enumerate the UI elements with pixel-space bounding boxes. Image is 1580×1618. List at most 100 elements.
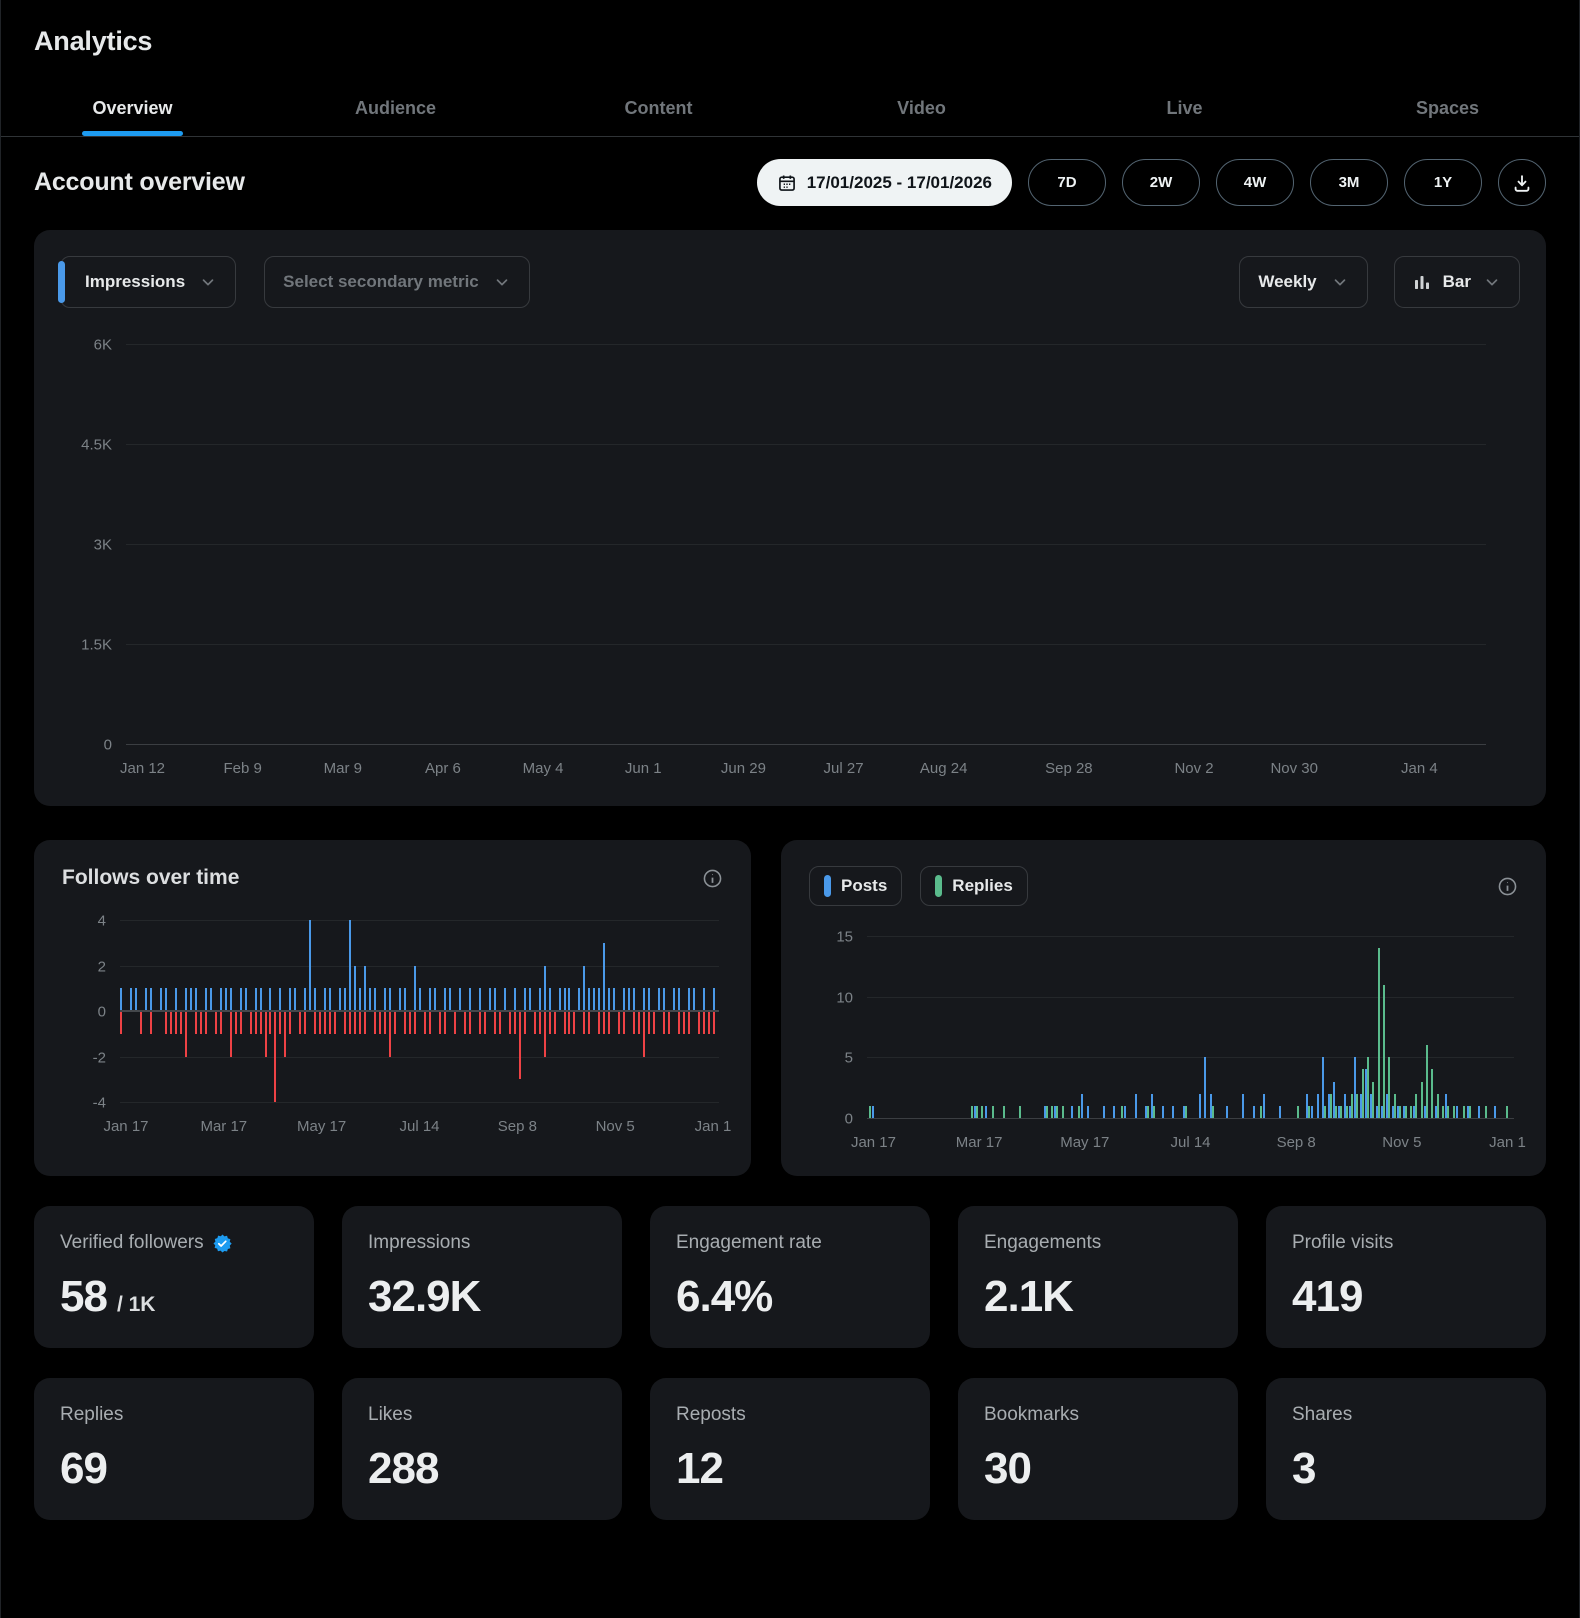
tab-spaces[interactable]: Spaces [1316, 83, 1579, 136]
replies-bar [1056, 1105, 1059, 1118]
stat-label: Engagement rate [676, 1232, 904, 1254]
follows-chart-title: Follows over time [62, 866, 240, 889]
replies-bar [1367, 1057, 1370, 1118]
y-tick-label: 0 [103, 736, 112, 754]
range-button-1y[interactable]: 1Y [1404, 159, 1482, 206]
posts-bar [1456, 1105, 1459, 1118]
follows-neg-bar [304, 1011, 307, 1034]
follows-pos-bar [384, 988, 387, 1011]
follows-pos-bar [428, 988, 431, 1011]
follows-pos-bar [259, 988, 262, 1011]
follows-pos-bar [289, 988, 292, 1011]
stat-label: Reposts [676, 1404, 904, 1426]
follows-pos-bar [673, 988, 676, 1011]
stat-value: 69 [60, 1444, 108, 1493]
follows-pos-bar [628, 988, 631, 1011]
follows-neg-bar [149, 1011, 152, 1034]
tab-label: Content [624, 98, 693, 118]
x-tick-label: Nov 2 [1174, 760, 1214, 777]
follows-neg-bar [708, 1011, 711, 1034]
follows-neg-bar [678, 1011, 681, 1034]
x-tick-label: Jan 17 [850, 1134, 896, 1151]
stat-card-verified-followers: Verified followers 58 / 1K [34, 1206, 314, 1348]
posts-bar [1102, 1105, 1105, 1118]
posts-bar [1070, 1105, 1073, 1118]
legend-chip-replies[interactable]: Replies [920, 866, 1028, 906]
follows-neg-bar [493, 1011, 496, 1034]
follows-pos-bar [354, 965, 357, 1011]
stat-value: 6.4% [676, 1272, 773, 1321]
tab-audience[interactable]: Audience [264, 83, 527, 136]
replies-bar [1345, 1105, 1348, 1118]
stat-value-row: 3 [1292, 1444, 1520, 1494]
y-tick-label: 5 [844, 1049, 853, 1067]
secondary-metric-dropdown[interactable]: Select secondary metric [264, 256, 530, 308]
y-tick-label: 0 [844, 1110, 853, 1128]
interval-dropdown[interactable]: Weekly [1239, 256, 1368, 308]
follows-pos-bar [239, 988, 242, 1011]
posts-legend-label: Posts [841, 876, 888, 895]
range-button-2w[interactable]: 2W [1122, 159, 1200, 206]
follows-pos-bar [528, 988, 531, 1011]
x-tick-label: Jul 14 [1170, 1134, 1211, 1151]
posts-swatch [824, 875, 831, 897]
gridline-10: 10 [836, 989, 1514, 1006]
replies-bar [1297, 1105, 1300, 1118]
follows-pos-bar [693, 988, 696, 1011]
follows-neg-bar [583, 1011, 586, 1034]
range-button-3m[interactable]: 3M [1310, 159, 1388, 206]
stat-value-row: 12 [676, 1444, 904, 1494]
follows-pos-bar [703, 988, 706, 1011]
range-button-4w[interactable]: 4W [1216, 159, 1294, 206]
stat-value-row: 288 [368, 1444, 596, 1494]
primary-metric-dropdown[interactable]: Impressions [57, 256, 237, 308]
download-icon [1511, 172, 1533, 194]
follows-neg-bar [329, 1011, 332, 1034]
follows-pos-bar [568, 988, 571, 1011]
download-button[interactable] [1498, 159, 1546, 206]
stat-label: Shares [1292, 1404, 1520, 1426]
follows-pos-bar [349, 920, 352, 1011]
chart-type-dropdown[interactable]: Bar [1393, 256, 1520, 308]
posts-bar [1263, 1093, 1266, 1118]
stat-label-text: Engagement rate [676, 1232, 822, 1253]
follows-neg-bar [663, 1011, 666, 1034]
tab-label: Video [897, 98, 946, 118]
follows-neg-bar [384, 1011, 387, 1034]
info-icon[interactable] [702, 868, 723, 889]
x-tick-label: Sep 28 [1045, 760, 1093, 777]
tab-content[interactable]: Content [527, 83, 790, 136]
follows-neg-bar [668, 1011, 671, 1034]
posts-bar [1311, 1105, 1314, 1118]
tab-video[interactable]: Video [790, 83, 1053, 136]
x-tick-label: Aug 24 [919, 760, 968, 777]
info-icon[interactable] [1497, 876, 1518, 897]
replies-bar [1077, 1105, 1080, 1118]
gridline--2: -2 [93, 1049, 719, 1066]
chevron-down-icon [493, 273, 511, 291]
x-tick-label: May 17 [1060, 1134, 1110, 1151]
follows-neg-bar [324, 1011, 327, 1034]
legend-chip-posts[interactable]: Posts [809, 866, 903, 906]
posts-replies-card: Posts Replies 151050 Jan 17Mar 17Ma [781, 840, 1546, 1176]
follows-pos-bar [159, 988, 162, 1011]
range-button-7d[interactable]: 7D [1028, 159, 1106, 206]
stat-card-engagements: Engagements 2.1K [958, 1206, 1238, 1348]
follows-pos-bar [304, 988, 307, 1011]
follows-pos-bar [194, 988, 197, 1011]
x-tick-label: Mar 9 [323, 760, 362, 777]
follows-pos-bar [374, 988, 377, 1011]
tab-live[interactable]: Live [1053, 83, 1316, 136]
replies-bar [1463, 1105, 1466, 1118]
follows-neg-bar [254, 1011, 257, 1034]
follows-pos-bar [254, 988, 257, 1011]
follows-pos-bar [364, 965, 367, 1011]
y-tick-label: 15 [836, 928, 853, 946]
tab-overview[interactable]: Overview [1, 83, 264, 136]
follows-neg-bar [598, 1011, 601, 1034]
stat-card-shares: Shares 3 [1266, 1378, 1546, 1520]
posts-bar [1316, 1093, 1319, 1118]
replies-bar [1045, 1105, 1048, 1118]
posts-bar [1134, 1093, 1137, 1118]
date-range-picker[interactable]: 17/01/2025 - 17/01/2026 [756, 159, 1012, 206]
